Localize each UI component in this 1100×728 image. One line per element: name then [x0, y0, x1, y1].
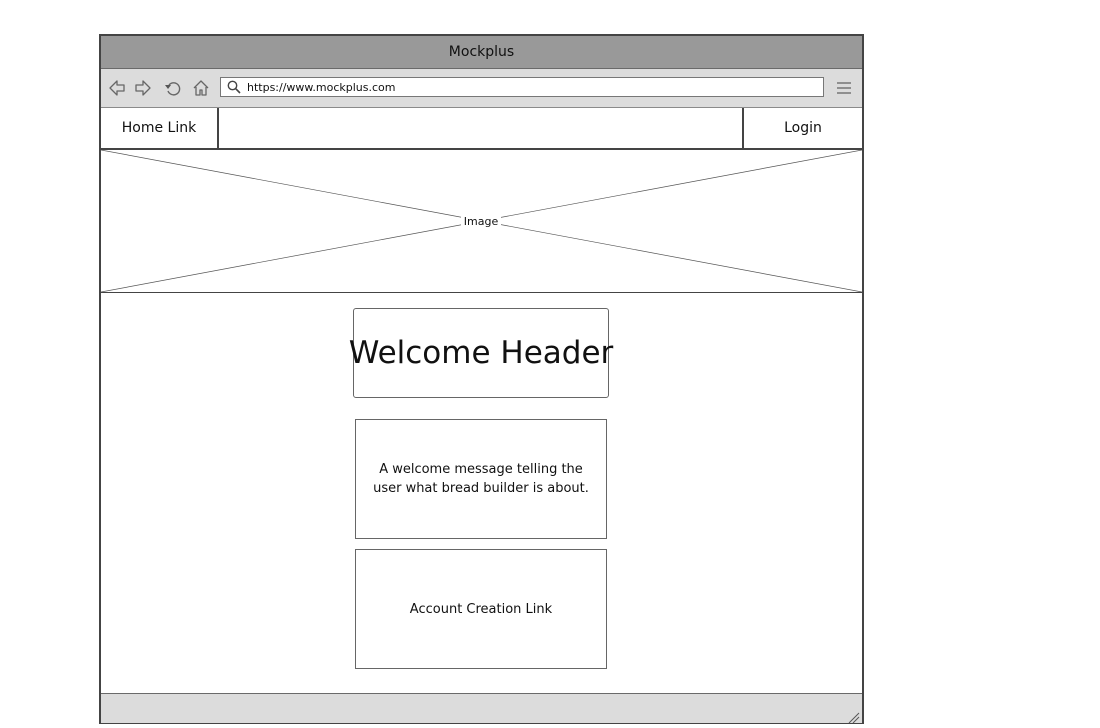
address-bar[interactable]: https://www.mockplus.com — [220, 77, 824, 97]
status-bar — [101, 693, 862, 724]
welcome-message: A welcome message telling the user what … — [355, 419, 607, 539]
site-navbar: Home Link Login — [101, 108, 862, 150]
navbar-spacer — [221, 108, 742, 148]
browser-window: Mockplus https://www.mockplus.com Home L… — [99, 34, 864, 724]
forward-icon[interactable] — [133, 78, 153, 98]
home-link[interactable]: Home Link — [101, 108, 219, 148]
main-content: Welcome Header A welcome message telling… — [101, 293, 862, 693]
welcome-header: Welcome Header — [349, 308, 613, 398]
hero-image-placeholder: Image — [101, 150, 862, 293]
window-title: Mockplus — [448, 44, 515, 60]
menu-icon[interactable] — [835, 79, 853, 97]
url-text[interactable]: https://www.mockplus.com — [247, 81, 396, 94]
search-icon — [221, 78, 247, 96]
browser-toolbar: https://www.mockplus.com — [101, 69, 862, 108]
back-icon[interactable] — [107, 78, 127, 98]
home-icon[interactable] — [191, 78, 211, 98]
login-link[interactable]: Login — [742, 108, 862, 148]
window-titlebar: Mockplus — [101, 36, 862, 69]
account-creation-link[interactable]: Account Creation Link — [355, 549, 607, 669]
reload-icon[interactable] — [163, 78, 183, 98]
image-label: Image — [461, 214, 501, 230]
resize-grip-icon[interactable] — [848, 709, 860, 724]
